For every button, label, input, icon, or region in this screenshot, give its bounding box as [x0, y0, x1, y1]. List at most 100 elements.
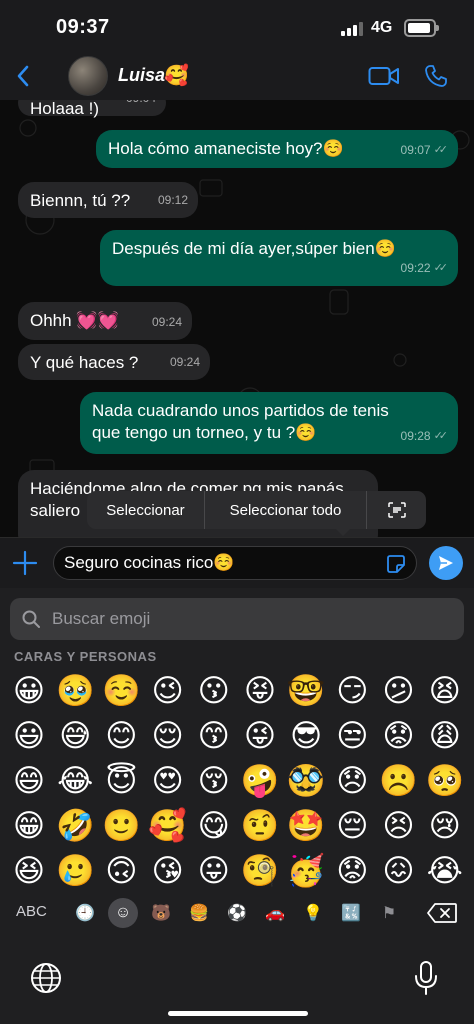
animals-icon[interactable]: 🐻	[146, 898, 176, 928]
message-bubble-incoming[interactable]: Ohhh 💓💓 09:24	[18, 302, 192, 340]
message-bubble-incoming[interactable]: Y qué haces ? 09:24	[18, 344, 210, 380]
emoji-key[interactable]: 😒	[329, 713, 375, 758]
emoji-key[interactable]: 🤨	[237, 803, 283, 848]
travel-icon[interactable]: 🚗	[260, 898, 290, 928]
plus-icon	[12, 550, 38, 576]
emoji-key[interactable]: 😕	[376, 668, 422, 713]
avatar[interactable]	[68, 56, 108, 96]
message-time: 09:07 ✓✓	[401, 139, 449, 161]
emoji-key[interactable]: 🥲	[52, 848, 98, 893]
symbols-icon[interactable]: 🔣	[336, 898, 366, 928]
emoji-key[interactable]: 😗	[191, 668, 237, 713]
emoji-key[interactable]: 😙	[191, 713, 237, 758]
emoji-key[interactable]: 😭	[422, 848, 468, 893]
emoji-key[interactable]: 🥺	[422, 758, 468, 803]
message-bubble-incoming[interactable]: Holaaa !) 09:04	[18, 100, 166, 118]
emoji-key[interactable]: 😅	[52, 713, 98, 758]
recent-icon[interactable]: 🕘	[70, 898, 100, 928]
backspace-icon	[427, 903, 457, 923]
voice-call-button[interactable]	[424, 64, 448, 88]
status-bar: 09:37 4G	[0, 0, 474, 52]
emoji-key[interactable]: 😉	[145, 668, 191, 713]
back-button[interactable]	[8, 60, 38, 92]
emoji-key[interactable]: 🤪	[237, 758, 283, 803]
emoji-key[interactable]: 🙃	[98, 848, 144, 893]
emoji-key[interactable]: 😚	[191, 758, 237, 803]
message-bubble-incoming[interactable]: Biennn, tú ?? 09:12	[18, 182, 198, 218]
emoji-key[interactable]: 😢	[422, 803, 468, 848]
delete-button[interactable]	[426, 902, 458, 924]
message-text: Nada cuadrando unos partidos de tenis qu…	[92, 401, 389, 442]
dictation-button[interactable]	[414, 960, 438, 996]
message-input-value: Seguro cocinas rico☺️	[64, 553, 235, 572]
emoji-key[interactable]: 😖	[376, 848, 422, 893]
emoji-key[interactable]: 😊	[98, 713, 144, 758]
message-timestamp: 09:12	[157, 193, 188, 207]
message-bubble-outgoing[interactable]: Nada cuadrando unos partidos de tenis qu…	[80, 392, 458, 454]
home-indicator	[168, 1011, 308, 1016]
abc-keyboard-button[interactable]: ABC	[16, 903, 47, 920]
contact-emoji: 🥰	[164, 65, 189, 87]
flags-icon[interactable]: ⚑	[374, 898, 404, 928]
message-timestamp: 09:28	[400, 429, 431, 443]
video-camera-icon	[368, 67, 399, 85]
read-ticks-icon: ✓✓	[433, 262, 449, 274]
emoji-key[interactable]: 😛	[191, 848, 237, 893]
emoji-key[interactable]: 😌	[145, 713, 191, 758]
attach-button[interactable]	[12, 550, 38, 576]
emoji-key[interactable]: 😘	[145, 848, 191, 893]
emoji-key[interactable]: 😜	[237, 713, 283, 758]
select-button[interactable]: Seleccionar	[87, 491, 204, 529]
emoji-key[interactable]: 😟	[329, 848, 375, 893]
emoji-key[interactable]: 😂	[52, 758, 98, 803]
emoji-key[interactable]: 😝	[237, 668, 283, 713]
objects-icon[interactable]: 💡	[298, 898, 328, 928]
emoji-key[interactable]: 🥰	[145, 803, 191, 848]
message-bubble-outgoing[interactable]: Después de mi día ayer,súper bien☺️ 09:2…	[100, 230, 458, 286]
chat-area[interactable]: Holaaa !) 09:04 Hola cómo amaneciste hoy…	[0, 100, 474, 537]
emoji-key[interactable]: 🤓	[283, 668, 329, 713]
sticker-icon	[387, 555, 405, 573]
emoji-key[interactable]: 😔	[329, 803, 375, 848]
video-call-button[interactable]	[368, 64, 400, 88]
emoji-key[interactable]: 🤣	[52, 803, 98, 848]
emoji-key[interactable]: 😍	[145, 758, 191, 803]
emoji-key[interactable]: 🙂	[98, 803, 144, 848]
emoji-key[interactable]: 😟	[376, 713, 422, 758]
message-time: 09:04	[126, 100, 156, 109]
activity-icon[interactable]: ⚽	[222, 898, 252, 928]
emoji-key[interactable]: 😁	[6, 803, 52, 848]
emoji-key[interactable]: 😇	[98, 758, 144, 803]
emoji-key[interactable]: 😣	[376, 803, 422, 848]
emoji-key[interactable]: 😩	[422, 713, 468, 758]
emoji-key[interactable]: 😀	[6, 668, 52, 713]
contact-name[interactable]: Luisa	[118, 65, 165, 86]
emoji-key[interactable]: 🤩	[283, 803, 329, 848]
menu-pointer	[335, 528, 351, 536]
emoji-search-field[interactable]: Buscar emoji	[10, 598, 464, 640]
scan-text-button[interactable]	[367, 491, 426, 529]
select-all-button[interactable]: Seleccionar todo	[205, 491, 366, 529]
message-input[interactable]: Seguro cocinas rico☺️	[53, 546, 417, 580]
globe-button[interactable]	[30, 962, 62, 994]
smileys-icon[interactable]: ☺	[108, 898, 138, 928]
emoji-key[interactable]: ☹️	[376, 758, 422, 803]
message-bubble-outgoing[interactable]: Hola cómo amaneciste hoy?☺️ 09:07 ✓✓	[96, 130, 458, 168]
emoji-key[interactable]: 😋	[191, 803, 237, 848]
send-button[interactable]	[429, 546, 463, 580]
sticker-button[interactable]	[386, 554, 406, 574]
emoji-key[interactable]: 😏	[329, 668, 375, 713]
chevron-left-icon	[17, 65, 29, 87]
emoji-key[interactable]: 🥸	[283, 758, 329, 803]
emoji-key[interactable]: 😎	[283, 713, 329, 758]
emoji-key[interactable]: ☺️	[98, 668, 144, 713]
emoji-key[interactable]: 😫	[422, 668, 468, 713]
emoji-key[interactable]: 😞	[329, 758, 375, 803]
emoji-key[interactable]: 🧐	[237, 848, 283, 893]
emoji-key[interactable]: 😃	[6, 713, 52, 758]
emoji-key[interactable]: 🥳	[283, 848, 329, 893]
emoji-key[interactable]: 😆	[6, 848, 52, 893]
food-icon[interactable]: 🍔	[184, 898, 214, 928]
emoji-key[interactable]: 🥹	[52, 668, 98, 713]
emoji-key[interactable]: 😄	[6, 758, 52, 803]
